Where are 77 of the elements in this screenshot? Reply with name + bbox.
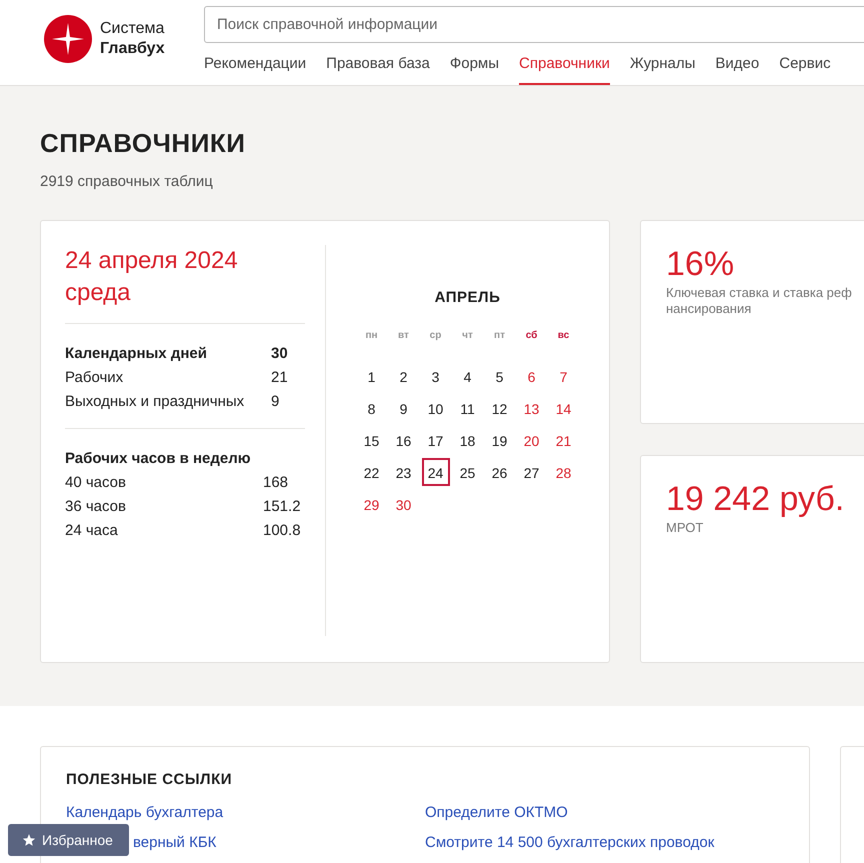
calendar-day[interactable]: 18	[454, 426, 482, 454]
calendar-day[interactable]: 7	[550, 362, 578, 390]
hours-title: Рабочих часов в неделю	[65, 449, 252, 469]
calendar-day[interactable]: 24	[422, 458, 450, 486]
calendar-day[interactable]: 28	[550, 458, 578, 486]
calendar-day[interactable]: 12	[486, 394, 514, 422]
calendar-day[interactable]: 3	[422, 362, 450, 390]
link[interactable]: Календарь бухгалтера	[66, 804, 224, 822]
page-title: СПРАВОЧНИКИ	[40, 127, 246, 159]
calendar-day[interactable]: 25	[454, 458, 482, 486]
calendar-day[interactable]: 14	[550, 394, 578, 422]
link[interactable]: Смотрите 14 500 бухгалтерских проводок	[425, 834, 714, 852]
calendar-day[interactable]: 27	[518, 458, 546, 486]
logo-text: Главбух	[100, 39, 165, 59]
calendar-day[interactable]: 30	[390, 490, 418, 518]
weekday-label: сб	[524, 330, 538, 343]
nav-tab[interactable]: Сервис	[779, 55, 831, 85]
weekday-label: ср	[428, 330, 442, 343]
hours-label: 24 часа	[65, 521, 119, 541]
link[interactable]: верный КБК	[133, 834, 216, 852]
indicator-value: 16%	[666, 244, 736, 285]
calendar-day[interactable]: 5	[486, 362, 514, 390]
logo-text: Система	[100, 19, 165, 39]
weekday-label: чт	[461, 330, 474, 343]
calendar-day[interactable]: 23	[390, 458, 418, 486]
link[interactable]: Определите ОКТМО	[425, 804, 568, 822]
weekday-label: вт	[397, 330, 410, 343]
stat-value: 9	[271, 392, 280, 412]
calendar-day[interactable]: 2	[390, 362, 418, 390]
date-text: 24 апреля 2024	[65, 246, 239, 276]
calendar-day[interactable]: 29	[358, 490, 386, 518]
hours-value: 100.8	[263, 521, 302, 541]
calendar-day[interactable]: 9	[390, 394, 418, 422]
indicator-value: 19 242 руб.	[666, 479, 846, 520]
hours-value: 151.2	[263, 497, 302, 517]
calendar-day[interactable]: 10	[422, 394, 450, 422]
indicator-label: Ключевая ставка и ставка реф	[666, 285, 853, 301]
page-subtitle: 2919 справочных таблиц	[40, 173, 214, 190]
star-icon	[22, 833, 36, 847]
nav-tab[interactable]: Правовая база	[326, 55, 430, 85]
hours-label: 40 часов	[65, 473, 127, 493]
stat-label: Рабочих	[65, 368, 124, 388]
calendar-day[interactable]: 6	[518, 362, 546, 390]
stat-value: 30	[271, 344, 289, 364]
calendar-day[interactable]: 26	[486, 458, 514, 486]
weekday-label: пн	[364, 330, 379, 343]
calendar-day[interactable]: 11	[454, 394, 482, 422]
calendar-day[interactable]: 13	[518, 394, 546, 422]
nav-tab[interactable]: Журналы	[630, 55, 696, 85]
nav-tab[interactable]: Видео	[715, 55, 760, 85]
nav-tab[interactable]: Формы	[450, 55, 500, 85]
hours-label: 36 часов	[65, 497, 127, 517]
calendar-day[interactable]: 4	[454, 362, 482, 390]
indicator-label: нансирования	[666, 301, 752, 317]
indicator-label: МРОТ	[666, 520, 704, 536]
stat-label: Выходных и праздничных	[65, 392, 246, 412]
calendar-day[interactable]: 1	[358, 362, 386, 390]
weekday-label: вс	[556, 330, 570, 343]
weekday-text: среда	[65, 278, 132, 308]
favorites-button[interactable]: Избранное	[8, 824, 129, 856]
logo-icon[interactable]	[44, 15, 92, 63]
calendar-day[interactable]: 20	[518, 426, 546, 454]
weekday-label: пт	[493, 330, 506, 343]
search-field[interactable]: Поиск справочной информации	[204, 6, 864, 43]
month-title: АПРЕЛЬ	[434, 289, 500, 306]
calendar-day[interactable]: 19	[486, 426, 514, 454]
calendar-day[interactable]: 17	[422, 426, 450, 454]
nav-tab[interactable]: Рекомендации	[204, 55, 306, 85]
calendar-day[interactable]: 16	[390, 426, 418, 454]
stat-value: 21	[271, 368, 289, 388]
calendar-day[interactable]: 15	[358, 426, 386, 454]
hours-value: 168	[263, 473, 290, 493]
stat-label: Календарных дней	[65, 344, 208, 364]
calendar-day[interactable]: 21	[550, 426, 578, 454]
calendar-day[interactable]: 8	[358, 394, 386, 422]
links-title: ПОЛЕЗНЫЕ ССЫЛКИ	[66, 771, 234, 788]
calendar-day[interactable]: 22	[358, 458, 386, 486]
